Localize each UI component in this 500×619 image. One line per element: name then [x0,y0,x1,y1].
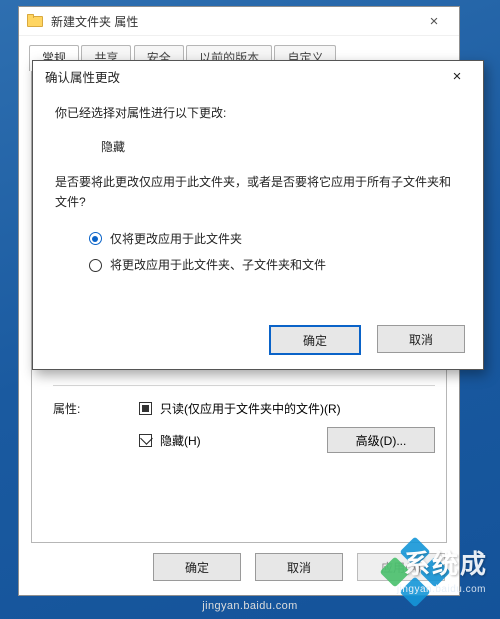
close-icon[interactable]: × [415,11,453,31]
divider [53,385,435,386]
cancel-button[interactable]: 取消 [377,325,465,353]
hidden-label: 隐藏(H) [160,432,201,449]
readonly-checkbox[interactable] [139,402,152,415]
folder-icon [27,14,43,28]
dialog-title: 确认属性更改 [45,67,437,86]
ok-button[interactable]: 确定 [153,553,241,581]
source-watermark: jingyan.baidu.com [202,600,297,612]
hidden-checkbox[interactable] [139,434,152,447]
dialog-intro-text: 你已经选择对属性进行以下更改: [55,103,461,123]
ok-button[interactable]: 确定 [269,325,361,355]
apply-button[interactable]: 应用(A) [357,553,445,581]
properties-button-row: 确定 取消 应用(A) [19,549,459,585]
advanced-button[interactable]: 高级(D)... [327,427,435,453]
dialog-body: 你已经选择对属性进行以下更改: 隐藏 是否要将此更改仅应用于此文件夹，或者是否要… [55,103,461,313]
cancel-button[interactable]: 取消 [255,553,343,581]
dialog-change-value: 隐藏 [101,137,461,157]
dialog-question-text: 是否要将此更改仅应用于此文件夹，或者是否要将它应用于所有子文件夹和文件? [55,172,461,213]
radio-recursive[interactable]: 将更改应用于此文件夹、子文件夹和文件 [89,255,461,275]
radio-this-folder-only[interactable]: 仅将更改应用于此文件夹 [89,229,461,249]
attributes-label: 属性: [53,400,139,417]
radio-label: 仅将更改应用于此文件夹 [110,229,242,249]
dialog-button-row: 确定 取消 [269,325,465,355]
close-icon[interactable]: × [437,62,477,90]
attributes-section: 属性: 只读(仅应用于文件夹中的文件)(R) 隐藏(H) 高级(D)... [53,385,435,463]
properties-titlebar[interactable]: 新建文件夹 属性 × [19,7,459,36]
radio-icon [89,232,102,245]
readonly-label: 只读(仅应用于文件夹中的文件)(R) [160,400,341,417]
dialog-titlebar[interactable]: 确认属性更改 × [33,61,483,91]
radio-label: 将更改应用于此文件夹、子文件夹和文件 [110,255,326,275]
radio-icon [89,259,102,272]
confirm-attribute-change-dialog: 确认属性更改 × 你已经选择对属性进行以下更改: 隐藏 是否要将此更改仅应用于此… [32,60,484,370]
properties-title: 新建文件夹 属性 [51,13,415,30]
